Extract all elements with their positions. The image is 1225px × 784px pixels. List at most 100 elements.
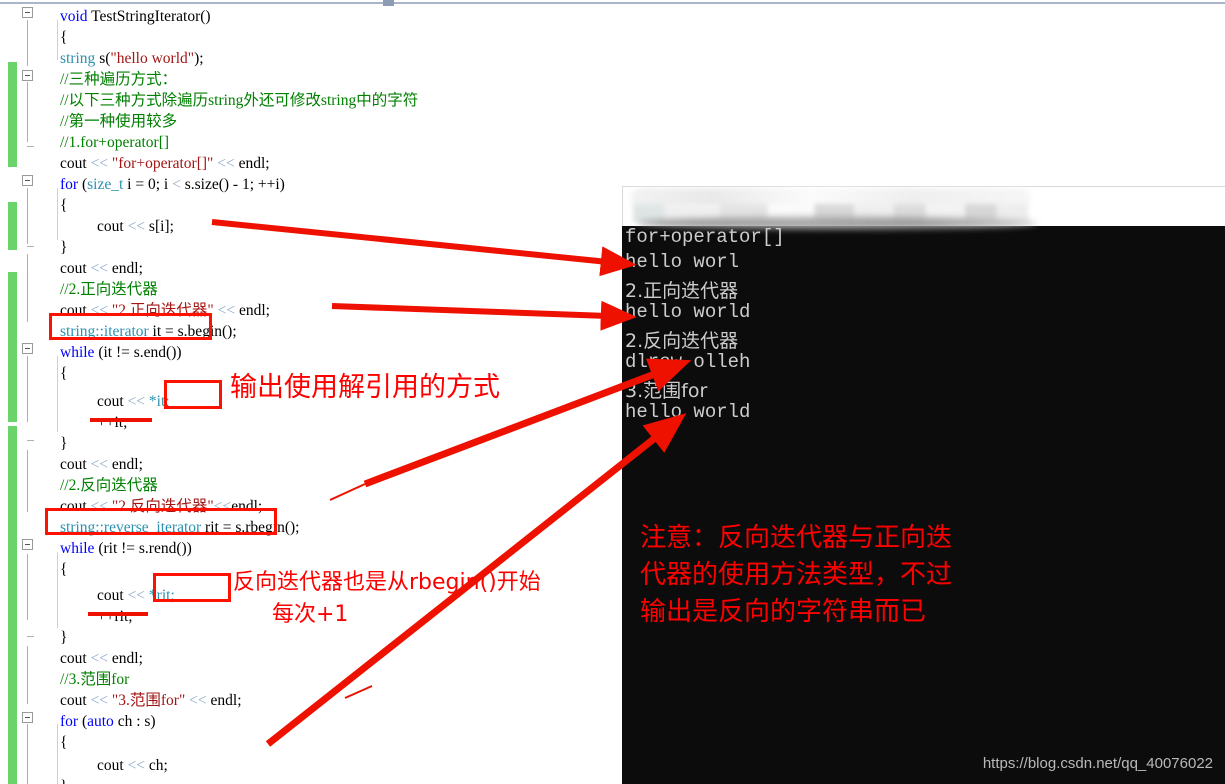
console-red-note: 注意：反向迭代器与正向迭 代器的使用方法类型，不过 输出是反向的字符串而已 (640, 523, 953, 627)
change-indicator-bar (8, 202, 17, 250)
code-token: *rit; (148, 587, 175, 604)
code-line: //2.正向迭代器 (60, 279, 158, 300)
code-line: cout << *it; (97, 391, 170, 412)
collapse-toggle[interactable] (22, 712, 33, 723)
code-token: cout (97, 393, 128, 410)
code-token: //三种遍历方式： (60, 71, 178, 88)
code-line: while (it != s.end()) (60, 342, 182, 363)
screenshot-root: void TestStringIterator() { string s("hell… (0, 0, 1225, 784)
code-token: s.size() - 1; ++i) (180, 176, 285, 193)
code-token: string::iterator (60, 323, 149, 340)
code-line: cout << ch; (97, 755, 168, 776)
folding-guide (27, 188, 28, 244)
indent-guide (57, 20, 58, 60)
folding-tick (27, 146, 34, 147)
folding-tick (27, 246, 34, 247)
code-line: cout << s[i]; (97, 216, 174, 237)
code-token: << (90, 650, 109, 667)
code-token: ( (78, 713, 88, 730)
code-token: < (172, 176, 181, 193)
code-token: string::reverse_iterator (60, 519, 202, 536)
code-token: << (90, 302, 109, 319)
code-line: } (60, 237, 67, 258)
folding-guide (27, 450, 28, 512)
code-line: for (auto ch : s) (60, 711, 156, 732)
code-token: (it != s.end()) (94, 344, 182, 361)
code-token: for (60, 176, 79, 193)
console-output: for+operator[] hello worl 2.正向迭代器 hello wor… (622, 226, 1225, 784)
code-line: cout << "3.范围for" << endl; (60, 690, 242, 711)
code-token: s[i]; (145, 218, 174, 235)
collapse-toggle[interactable] (22, 70, 33, 81)
code-token: //以下三种方式除遍历string外还可修改string中的字符 (60, 92, 419, 109)
code-token: } (60, 435, 68, 452)
code-token: ); (194, 50, 204, 67)
code-line: string s("hello world"); (60, 48, 204, 69)
code-token: ++it; (97, 414, 128, 431)
collapse-toggle[interactable] (22, 343, 33, 354)
indent-guide (57, 356, 58, 432)
code-token: << (217, 155, 235, 172)
change-indicator-bar (8, 272, 17, 422)
folding-guide (27, 724, 28, 784)
code-token: cout (60, 692, 91, 709)
code-token: rit = s.rbegin(); (201, 519, 300, 536)
code-line: //三种遍历方式： (60, 69, 177, 90)
folding-guide (27, 254, 28, 322)
console-line: hello world (625, 301, 751, 323)
code-line: //第一种使用较多 (60, 111, 177, 132)
code-line: } (60, 627, 67, 648)
folding-guide (27, 646, 28, 704)
code-line: cout << endl; (60, 258, 143, 279)
console-line: for+operator[] (625, 226, 785, 248)
code-token: << (189, 692, 207, 709)
code-line: string::reverse_iterator rit = s.rbegin(… (60, 517, 299, 538)
code-token: void (60, 8, 92, 25)
code-line: { (60, 195, 67, 216)
annotation-dereference: 输出使用解引用的方式 (230, 372, 500, 403)
code-token: size_t (87, 176, 124, 193)
code-token: << (90, 498, 109, 515)
console-line: hello world (625, 401, 751, 423)
console-line: dlrow olleh (625, 351, 751, 373)
code-token: *it; (148, 393, 170, 410)
console-line: 3.范围for (625, 380, 708, 402)
code-token: //2.反向迭代器 (60, 477, 158, 494)
console-titlebar[interactable] (622, 186, 1225, 229)
code-token: "2.反向迭代器" (111, 498, 214, 515)
code-token: //2.正向迭代器 (60, 281, 158, 298)
code-token: endl; (108, 456, 143, 473)
collapse-toggle[interactable] (22, 175, 33, 186)
code-line: string::iterator it = s.begin(); (60, 321, 237, 342)
code-token: while (60, 344, 95, 361)
code-token: endl; (235, 302, 270, 319)
console-window[interactable]: for+operator[] hello worl 2.正向迭代器 hello wor… (622, 186, 1225, 784)
code-line: cout << *rit; (97, 585, 175, 606)
collapse-toggle[interactable] (22, 539, 33, 550)
code-token: << (127, 587, 146, 604)
watermark: https://blog.csdn.net/qq_40076022 (982, 755, 1213, 772)
console-line: 2.反向迭代器 (625, 330, 739, 352)
code-token: ch; (145, 757, 168, 774)
code-line: } (60, 433, 67, 454)
code-line: ++it; (97, 412, 127, 433)
code-token: TestStringIterator() (91, 8, 211, 25)
code-line: { (60, 732, 67, 753)
code-line: } (60, 776, 67, 784)
annotation-rbegin-line2: 每次+1 (272, 602, 349, 627)
code-token: cout (60, 456, 91, 473)
code-token: //3.范围for (60, 671, 130, 688)
code-token: << (127, 757, 146, 774)
indent-guide (57, 724, 58, 784)
code-token: { (60, 197, 68, 214)
code-token: //1.for+operator[] (60, 134, 170, 151)
code-line: //1.for+operator[] (60, 132, 169, 153)
code-token: ( (78, 176, 88, 193)
folding-tick (27, 440, 34, 441)
code-line: cout << "2.反向迭代器"<<endl; (60, 496, 262, 517)
code-token: } (60, 239, 68, 256)
console-line: 2.正向迭代器 (625, 280, 739, 302)
code-token: s( (95, 50, 111, 67)
code-token: endl; (108, 260, 143, 277)
collapse-toggle[interactable] (22, 7, 33, 18)
